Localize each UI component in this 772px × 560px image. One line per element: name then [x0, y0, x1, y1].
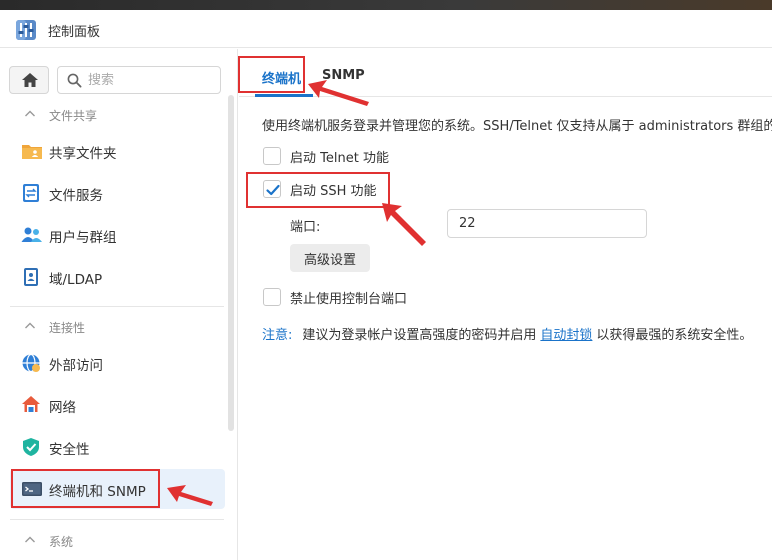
advanced-settings-button[interactable]: 高级设置	[290, 244, 370, 272]
tab-bar: 终端机 SNMP	[239, 49, 772, 97]
sidebar-divider	[10, 306, 224, 307]
window-title: 控制面板	[48, 25, 101, 40]
home-button[interactable]	[9, 66, 49, 94]
users-icon	[21, 225, 42, 245]
chevron-up-icon	[25, 322, 35, 329]
note-text: 建议为登录帐户设置高强度的密码并启用	[302, 328, 537, 343]
search-box[interactable]	[57, 66, 221, 94]
sidebar-item-terminal-snmp[interactable]: 终端机和 SNMP	[10, 469, 225, 509]
sidebar-item-shared-folder[interactable]: 共享文件夹	[10, 131, 225, 171]
sidebar-item-domain-ldap[interactable]: 域/LDAP	[10, 257, 225, 297]
sidebar-divider	[10, 519, 224, 520]
sidebar-item-network[interactable]: 网络	[10, 385, 225, 425]
section-file-sharing[interactable]: 文件共享	[0, 100, 228, 130]
auto-block-link[interactable]: 自动封锁	[540, 328, 592, 343]
tab-snmp[interactable]: SNMP	[322, 68, 365, 83]
sidebar: 文件共享 共享文件夹 文件服务 用户与群组 域/LDAP 连接性 外部访问	[0, 49, 238, 560]
tab-terminal[interactable]: 终端机	[262, 68, 301, 87]
sidebar-item-external-access[interactable]: 外部访问	[10, 343, 225, 383]
file-services-icon	[21, 183, 41, 203]
console-port-checkbox[interactable]	[263, 288, 281, 306]
desktop-background-strip	[0, 0, 772, 10]
sidebar-item-users[interactable]: 用户与群组	[10, 215, 225, 255]
section-system[interactable]: 系统	[0, 526, 228, 556]
ssh-checkbox[interactable]	[263, 180, 281, 198]
sidebar-item-file-services[interactable]: 文件服务	[10, 173, 225, 213]
section-connectivity[interactable]: 连接性	[0, 312, 228, 342]
security-note: 注意: 建议为登录帐户设置高强度的密码并启用 自动封锁 以获得最强的系统安全性。	[262, 324, 752, 343]
main-content: 终端机 SNMP 使用终端机服务登录并管理您的系统。SSH/Telnet 仅支持…	[239, 49, 772, 560]
sidebar-scrollbar[interactable]	[228, 95, 234, 431]
note-text-end: 以获得最强的系统安全性。	[596, 328, 753, 343]
search-icon	[67, 73, 82, 88]
shared-folder-icon	[21, 141, 42, 161]
external-access-icon	[21, 353, 41, 373]
network-icon	[21, 395, 41, 415]
window-titlebar: 控制面板	[0, 10, 772, 48]
domain-ldap-icon	[21, 267, 41, 287]
port-label: 端口:	[290, 220, 321, 235]
checkmark-icon	[266, 184, 280, 196]
sidebar-item-security[interactable]: 安全性	[10, 427, 225, 467]
chevron-up-icon	[25, 110, 35, 117]
home-icon	[22, 73, 38, 87]
control-panel-icon	[15, 19, 37, 41]
chevron-up-icon	[25, 536, 35, 543]
port-input[interactable]	[447, 209, 647, 238]
terminal-icon	[21, 479, 42, 499]
note-label: 注意:	[262, 328, 293, 343]
search-input[interactable]	[88, 70, 216, 90]
telnet-checkbox[interactable]	[263, 147, 281, 165]
terminal-description: 使用终端机服务登录并管理您的系统。SSH/Telnet 仅支持从属于 admin…	[262, 119, 772, 134]
security-shield-icon	[21, 437, 41, 457]
active-tab-indicator	[255, 94, 313, 97]
